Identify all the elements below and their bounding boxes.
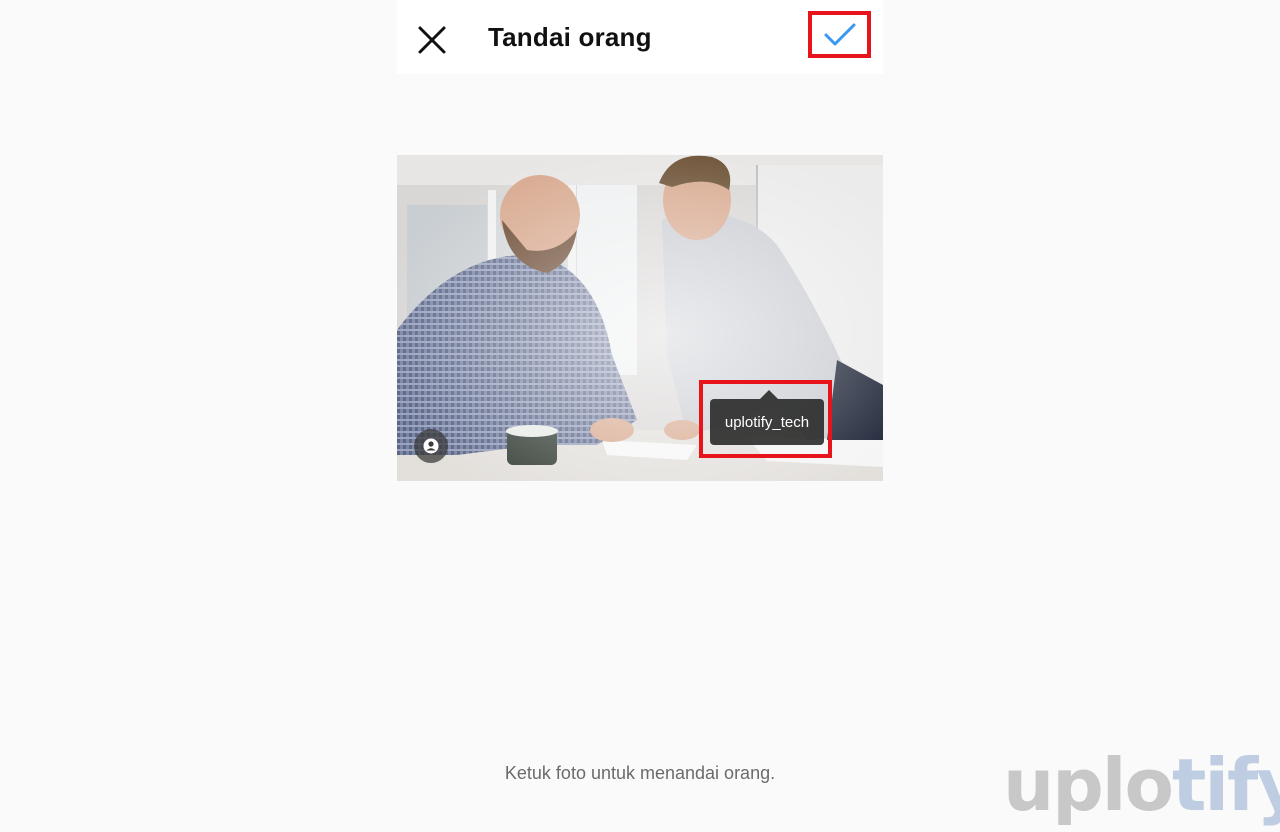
person-tag[interactable]: uplotify_tech <box>710 399 824 445</box>
tag-pointer <box>760 390 778 399</box>
tagged-people-button[interactable] <box>414 429 448 463</box>
user-icon <box>423 438 439 454</box>
close-icon <box>418 26 446 54</box>
page-title: Tandai orang <box>488 22 652 52</box>
checkmark-icon <box>824 23 855 45</box>
watermark-logo: uplotify <box>1003 743 1280 827</box>
watermark-part-1: uplo <box>1003 743 1174 827</box>
close-button[interactable] <box>412 20 452 60</box>
watermark-part-2: tify <box>1171 743 1280 827</box>
done-button[interactable] <box>808 11 871 58</box>
